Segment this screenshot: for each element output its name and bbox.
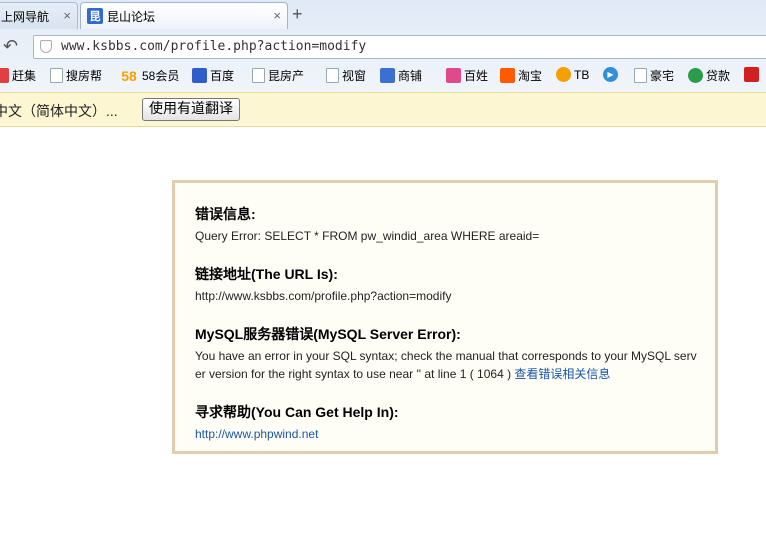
mysql-error-text: You have an error in your SQL syntax; ch…: [195, 347, 697, 383]
taobao-icon: [500, 68, 515, 83]
page-icon: [634, 68, 647, 83]
loan-icon: [688, 68, 703, 83]
bookmark-item[interactable]: [744, 67, 762, 82]
new-tab-button[interactable]: +: [292, 4, 303, 25]
bookmark-label: TB: [574, 67, 590, 82]
error-url-text: http://www.ksbbs.com/profile.php?action=…: [195, 289, 452, 303]
bookmark-label: 豪宅: [650, 69, 675, 83]
baixing-icon: [446, 68, 461, 83]
bookmark-item[interactable]: 昆房产: [252, 67, 304, 84]
ganji-icon: [0, 68, 9, 83]
error-details-link[interactable]: 查看错误相关信息: [514, 367, 610, 381]
close-icon[interactable]: ×: [273, 8, 281, 23]
bookmark-label: 赶集: [12, 69, 37, 83]
bookmark-label: 百度: [210, 69, 235, 83]
youdao-translate-button[interactable]: 使用有道翻译: [142, 98, 240, 121]
tab-title: 上网导航: [1, 9, 50, 24]
url-text[interactable]: www.ksbbs.com/profile.php?action=modify: [61, 39, 366, 54]
play-icon: ▶: [603, 67, 618, 82]
tab-title: 昆山论坛: [107, 9, 156, 24]
reload-icon[interactable]: ↶: [3, 36, 18, 57]
forum-favicon-icon: 昆: [87, 8, 103, 24]
bookmark-label: 58会员: [142, 69, 180, 83]
help-text: http://www.phpwind.net: [195, 425, 697, 443]
address-bar[interactable]: www.ksbbs.com/profile.php?action=modify: [33, 35, 766, 59]
bookmark-item[interactable]: 淘宝: [500, 67, 542, 84]
error-box: 错误信息: Query Error: SELECT * FROM pw_wind…: [172, 180, 718, 454]
m-icon: [744, 67, 759, 82]
58-icon: 58: [121, 67, 137, 84]
section-title: 链接地址(The URL Is):: [195, 266, 338, 282]
bookmark-item[interactable]: 百姓: [446, 67, 488, 84]
tab-nav[interactable]: 上网导航 ×: [0, 2, 78, 29]
section-title: 寻求帮助(You Can Get Help In):: [195, 404, 399, 420]
translate-language-text: 中文（简体中文）...: [0, 103, 118, 119]
section-title: 错误信息:: [195, 206, 256, 222]
bookmarks-bar: 赶集 搜房帮 58 58会员 百度 昆房产 视窗 商铺 百姓 淘宝 TB ▶ 豪宅 贷款: [0, 63, 766, 89]
bookmark-label: 昆房产: [268, 69, 305, 83]
bookmark-label: 百姓: [464, 69, 489, 83]
bookmark-item[interactable]: 搜房帮: [50, 67, 102, 84]
help-section: 寻求帮助(You Can Get Help In): http://www.ph…: [195, 403, 715, 443]
bookmark-item[interactable]: TB: [556, 67, 589, 82]
bookmark-item[interactable]: 58 58会员: [119, 67, 179, 84]
bookmark-label: 贷款: [706, 69, 731, 83]
mysql-error-message: You have an error in your SQL syntax; ch…: [195, 349, 697, 381]
url-section: 链接地址(The URL Is): http://www.ksbbs.com/p…: [195, 265, 715, 305]
query-error-text: Query Error: SELECT * FROM pw_windid_are…: [195, 229, 540, 243]
bookmark-item[interactable]: 贷款: [688, 67, 730, 84]
page-icon: [326, 68, 339, 83]
bookmark-item[interactable]: 商铺: [380, 67, 422, 84]
baidu-icon: [192, 68, 207, 83]
translate-bar: 中文（简体中文）... 使用有道翻译: [0, 92, 766, 127]
error-info-section: 错误信息: Query Error: SELECT * FROM pw_wind…: [195, 205, 715, 245]
bookmark-item[interactable]: 视窗: [326, 67, 366, 84]
section-title: MySQL服务器错误(MySQL Server Error):: [195, 326, 461, 342]
browser-chrome: 上网导航 × 昆 昆山论坛 × + ↶ www.ksbbs.com/profil…: [0, 0, 766, 92]
address-row: ↶ www.ksbbs.com/profile.php?action=modif…: [0, 32, 766, 62]
tab-forum[interactable]: 昆 昆山论坛 ×: [80, 2, 288, 29]
bookmark-label: 搜房帮: [66, 69, 103, 83]
tb-icon: [556, 67, 571, 82]
page-icon: [252, 68, 265, 83]
bookmark-label: 淘宝: [518, 69, 543, 83]
page-icon: [50, 68, 63, 83]
bookmark-label: 商铺: [398, 69, 423, 83]
bookmark-item[interactable]: 百度: [192, 67, 234, 84]
bookmark-item[interactable]: 赶集: [0, 67, 36, 84]
shop-icon: [380, 68, 395, 83]
shield-icon: [40, 40, 52, 53]
bookmark-item[interactable]: ▶: [603, 67, 621, 82]
close-icon[interactable]: ×: [63, 8, 71, 23]
tab-strip: 上网导航 × 昆 昆山论坛 × +: [0, 0, 766, 29]
phpwind-link[interactable]: http://www.phpwind.net: [195, 427, 318, 441]
mysql-error-section: MySQL服务器错误(MySQL Server Error): You have…: [195, 325, 715, 383]
bookmark-item[interactable]: 豪宅: [634, 67, 674, 84]
bookmark-label: 视窗: [342, 69, 367, 83]
